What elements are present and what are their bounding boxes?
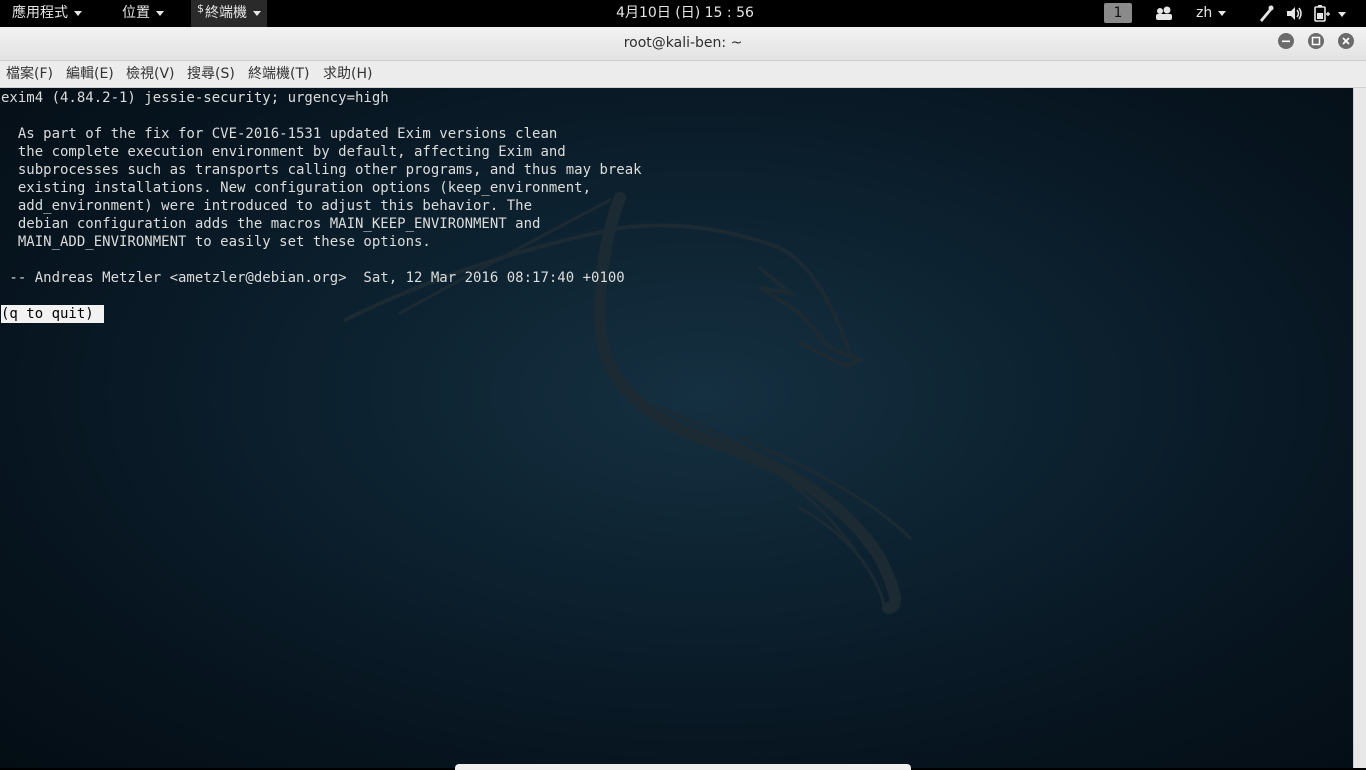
menu-edit[interactable]: 編輯(E)	[66, 61, 114, 87]
message-tray-edge	[455, 764, 911, 770]
window-titlebar[interactable]: root@kali-ben: ~	[0, 27, 1366, 61]
chevron-down-icon	[253, 10, 261, 16]
menu-terminal[interactable]: 終端機(T)	[248, 61, 309, 87]
terminal-line: MAIN_ADD_ENVIRONMENT to easily set these…	[1, 234, 431, 250]
terminal-line: add_environment) were introduced to adju…	[1, 198, 533, 214]
terminal-app-menu[interactable]: $終端機	[191, 0, 267, 27]
maximize-icon[interactable]	[1308, 33, 1324, 49]
terminal-view[interactable]: exim4 (4.84.2-1) jessie-security; urgenc…	[0, 88, 1353, 768]
places-label: 位置	[122, 5, 150, 21]
people-icon[interactable]	[1154, 0, 1174, 27]
top-panel: 應用程式 位置 $終端機 4月10日 (日) 15 : 56 1 zh	[0, 0, 1366, 27]
terminal-line: the complete execution environment by de…	[1, 144, 566, 160]
language-selector[interactable]: zh	[1196, 0, 1227, 27]
chevron-down-icon	[156, 10, 164, 16]
window-title: root@kali-ben: ~	[623, 35, 743, 51]
applications-menu[interactable]: 應用程式	[12, 0, 82, 27]
menu-search[interactable]: 搜尋(S)	[187, 61, 235, 87]
menu-bar: 檔案(F) 編輯(E) 檢視(V) 搜尋(S) 終端機(T) 求助(H)	[0, 61, 1366, 88]
pager-prompt: (q to quit)	[1, 305, 104, 323]
language-label: zh	[1196, 5, 1213, 21]
terminal-line: exim4 (4.84.2-1) jessie-security; urgenc…	[1, 90, 389, 106]
terminal-line: subprocesses such as transports calling …	[1, 162, 642, 178]
clock-text: 4月10日 (日) 15 : 56	[616, 5, 754, 21]
terminal-line: -- Andreas Metzler <ametzler@debian.org>…	[1, 270, 625, 286]
menu-file[interactable]: 檔案(F)	[6, 61, 53, 87]
terminal-line: debian configuration adds the macros MAI…	[1, 216, 541, 232]
menu-view[interactable]: 檢視(V)	[126, 61, 175, 87]
chevron-down-icon	[1218, 10, 1227, 16]
minimize-icon[interactable]	[1278, 33, 1294, 49]
terminal-app-label: 終端機	[205, 5, 247, 21]
terminal-line: As part of the fix for CVE-2016-1531 upd…	[1, 126, 558, 142]
menu-help[interactable]: 求助(H)	[323, 61, 372, 87]
network-icon[interactable]	[1257, 0, 1275, 27]
applications-label: 應用程式	[12, 5, 68, 21]
terminal-app-icon: $	[197, 2, 204, 15]
places-menu[interactable]: 位置	[122, 0, 164, 27]
power-icon[interactable]	[1313, 0, 1351, 27]
clock[interactable]: 4月10日 (日) 15 : 56	[560, 0, 810, 27]
terminal-scrollbar[interactable]	[1353, 88, 1366, 768]
volume-icon[interactable]	[1285, 0, 1305, 27]
terminal-line: existing installations. New configuratio…	[1, 180, 592, 196]
close-icon[interactable]	[1338, 33, 1354, 49]
chevron-down-icon	[74, 10, 82, 16]
workspace-indicator[interactable]: 1	[1104, 3, 1132, 23]
